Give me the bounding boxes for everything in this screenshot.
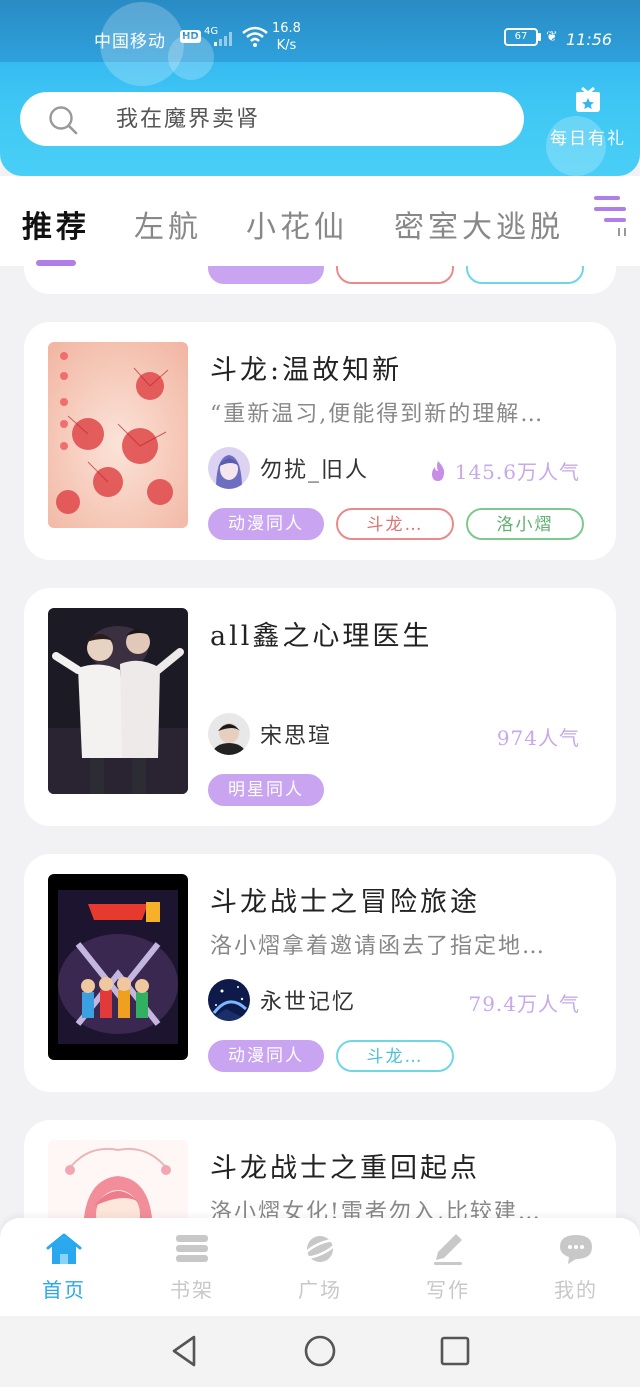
clock: 11:56 — [566, 30, 613, 49]
tab-menu-icon[interactable] — [590, 194, 630, 238]
book-tags: 明星同人 — [208, 774, 336, 806]
book-author[interactable]: 勿扰_旧人 — [208, 446, 369, 490]
book-card[interactable]: 斗龙:温故知新 “重新温习,便能得到新的理解… 勿扰_旧人 145.6万人气 动… — [24, 322, 616, 560]
pen-icon — [434, 1234, 462, 1265]
tag[interactable]: 斗龙… — [336, 1040, 454, 1072]
popularity: 145.6万人气 — [429, 456, 580, 485]
daily-gift-button[interactable]: 每日有礼 — [540, 86, 636, 156]
home-icon — [46, 1233, 82, 1264]
tag — [208, 266, 324, 284]
recent-apps-icon[interactable] — [438, 1334, 472, 1368]
nav-home[interactable]: 首页 — [14, 1232, 114, 1303]
decor-bubble — [168, 34, 214, 80]
avatar — [208, 713, 250, 755]
back-icon[interactable] — [168, 1334, 202, 1368]
popularity: 974人气 — [497, 722, 580, 751]
book-title[interactable]: 斗龙战士之重回起点 — [210, 1146, 480, 1185]
book-description: 洛小熠拿着邀请函去了指定地… — [210, 934, 547, 959]
battery-tip — [538, 33, 541, 41]
header: 中国移动 HD 4G 16.8 K/s 67 ❦ 11:56 我在魔界卖肾 每日… — [0, 0, 640, 176]
nav-bookshelf-label: 书架 — [170, 1278, 214, 1302]
author-name: 永世记忆 — [260, 990, 357, 1015]
system-navigation-bar — [0, 1316, 640, 1387]
leaf-icon: ❦ — [546, 29, 558, 45]
book-tags: 动漫同人 斗龙… 洛小熠 — [208, 508, 596, 540]
search-input[interactable] — [116, 102, 506, 136]
battery-icon: 67 — [504, 28, 538, 46]
nav-bookshelf[interactable]: 书架 — [142, 1232, 242, 1303]
popularity: 79.4万人气 — [468, 988, 580, 1017]
avatar — [208, 979, 250, 1021]
tab-active-indicator — [36, 260, 76, 266]
book-description: 洛小熠女化!雷者勿入,比较建… — [210, 1200, 542, 1218]
status-bar: 中国移动 HD 4G 16.8 K/s 67 ❦ 11:56 — [0, 0, 640, 62]
book-title[interactable]: 斗龙:温故知新 — [210, 348, 402, 387]
bookshelf-icon — [176, 1235, 208, 1262]
tab-zuohang[interactable]: 左航 — [134, 202, 202, 246]
fire-icon — [431, 460, 444, 481]
tag[interactable]: 动漫同人 — [208, 508, 324, 540]
search-bar[interactable] — [20, 92, 524, 146]
avatar — [208, 447, 250, 489]
book-title[interactable]: 斗龙战士之冒险旅途 — [210, 880, 480, 919]
tag[interactable]: 明星同人 — [208, 774, 324, 806]
search-icon — [49, 106, 78, 135]
nav-write-label: 写作 — [426, 1278, 470, 1302]
book-tags: 动漫同人 斗龙… — [208, 1040, 466, 1072]
battery-level: 67 — [514, 31, 528, 42]
home-circle-icon[interactable] — [303, 1334, 337, 1368]
network-speed: 16.8 K/s — [272, 20, 301, 54]
popularity-count: 145.6万人气 — [454, 460, 580, 484]
popularity-count: 79.4万人气 — [468, 992, 580, 1016]
tab-recommend[interactable]: 推荐 — [22, 202, 90, 246]
book-title[interactable]: all鑫之心理医生 — [210, 614, 432, 653]
category-tabs: 推荐 左航 小花仙 密室大逃脱 — [0, 176, 640, 266]
author-name: 宋思瑄 — [260, 724, 333, 749]
tab-xiaohuaxian[interactable]: 小花仙 — [246, 202, 348, 246]
gift-icon — [576, 86, 600, 112]
tag[interactable]: 动漫同人 — [208, 1040, 324, 1072]
tag — [466, 266, 584, 284]
network-speed-unit: K/s — [276, 38, 297, 53]
tab-escape-room[interactable]: 密室大逃脱 — [394, 202, 564, 246]
daily-gift-label: 每日有礼 — [550, 129, 626, 149]
planet-icon — [303, 1236, 337, 1262]
nav-profile[interactable]: 我的 — [526, 1232, 626, 1303]
wifi-icon — [242, 26, 268, 47]
bottom-navigation: 首页 书架 广场 写作 我的 — [0, 1218, 640, 1316]
book-author[interactable]: 永世记忆 — [208, 978, 356, 1022]
book-cover — [48, 608, 188, 794]
nav-square-label: 广场 — [298, 1278, 342, 1302]
nav-profile-label: 我的 — [554, 1278, 598, 1302]
author-name: 勿扰_旧人 — [260, 458, 370, 483]
book-cover — [48, 1140, 188, 1218]
tag[interactable]: 斗龙… — [336, 508, 454, 540]
popularity-count: 974人气 — [496, 726, 580, 750]
book-author[interactable]: 宋思瑄 — [208, 712, 332, 756]
tag[interactable]: 洛小熠 — [466, 508, 584, 540]
book-card[interactable]: 斗龙战士之冒险旅途 洛小熠拿着邀请函去了指定地… 永世记忆 79.4万人气 动漫… — [24, 854, 616, 1092]
network-speed-value: 16.8 — [272, 21, 301, 36]
chat-bubble-icon — [560, 1235, 592, 1264]
tag — [336, 266, 454, 284]
nav-square[interactable]: 广场 — [270, 1232, 370, 1303]
book-card-partial[interactable] — [24, 266, 616, 294]
nav-write[interactable]: 写作 — [398, 1232, 498, 1303]
book-cover — [48, 874, 188, 1060]
signal-icon — [214, 32, 232, 46]
book-feed[interactable]: 斗龙:温故知新 “重新温习,便能得到新的理解… 勿扰_旧人 145.6万人气 动… — [0, 266, 640, 1218]
book-description: “重新温习,便能得到新的理解… — [210, 402, 545, 427]
nav-home-label: 首页 — [42, 1278, 86, 1302]
book-card[interactable]: all鑫之心理医生 宋思瑄 974人气 明星同人 — [24, 588, 616, 826]
book-card[interactable]: 斗龙战士之重回起点 洛小熠女化!雷者勿入,比较建… — [24, 1120, 616, 1218]
book-tags — [208, 266, 596, 284]
book-cover — [48, 342, 188, 528]
